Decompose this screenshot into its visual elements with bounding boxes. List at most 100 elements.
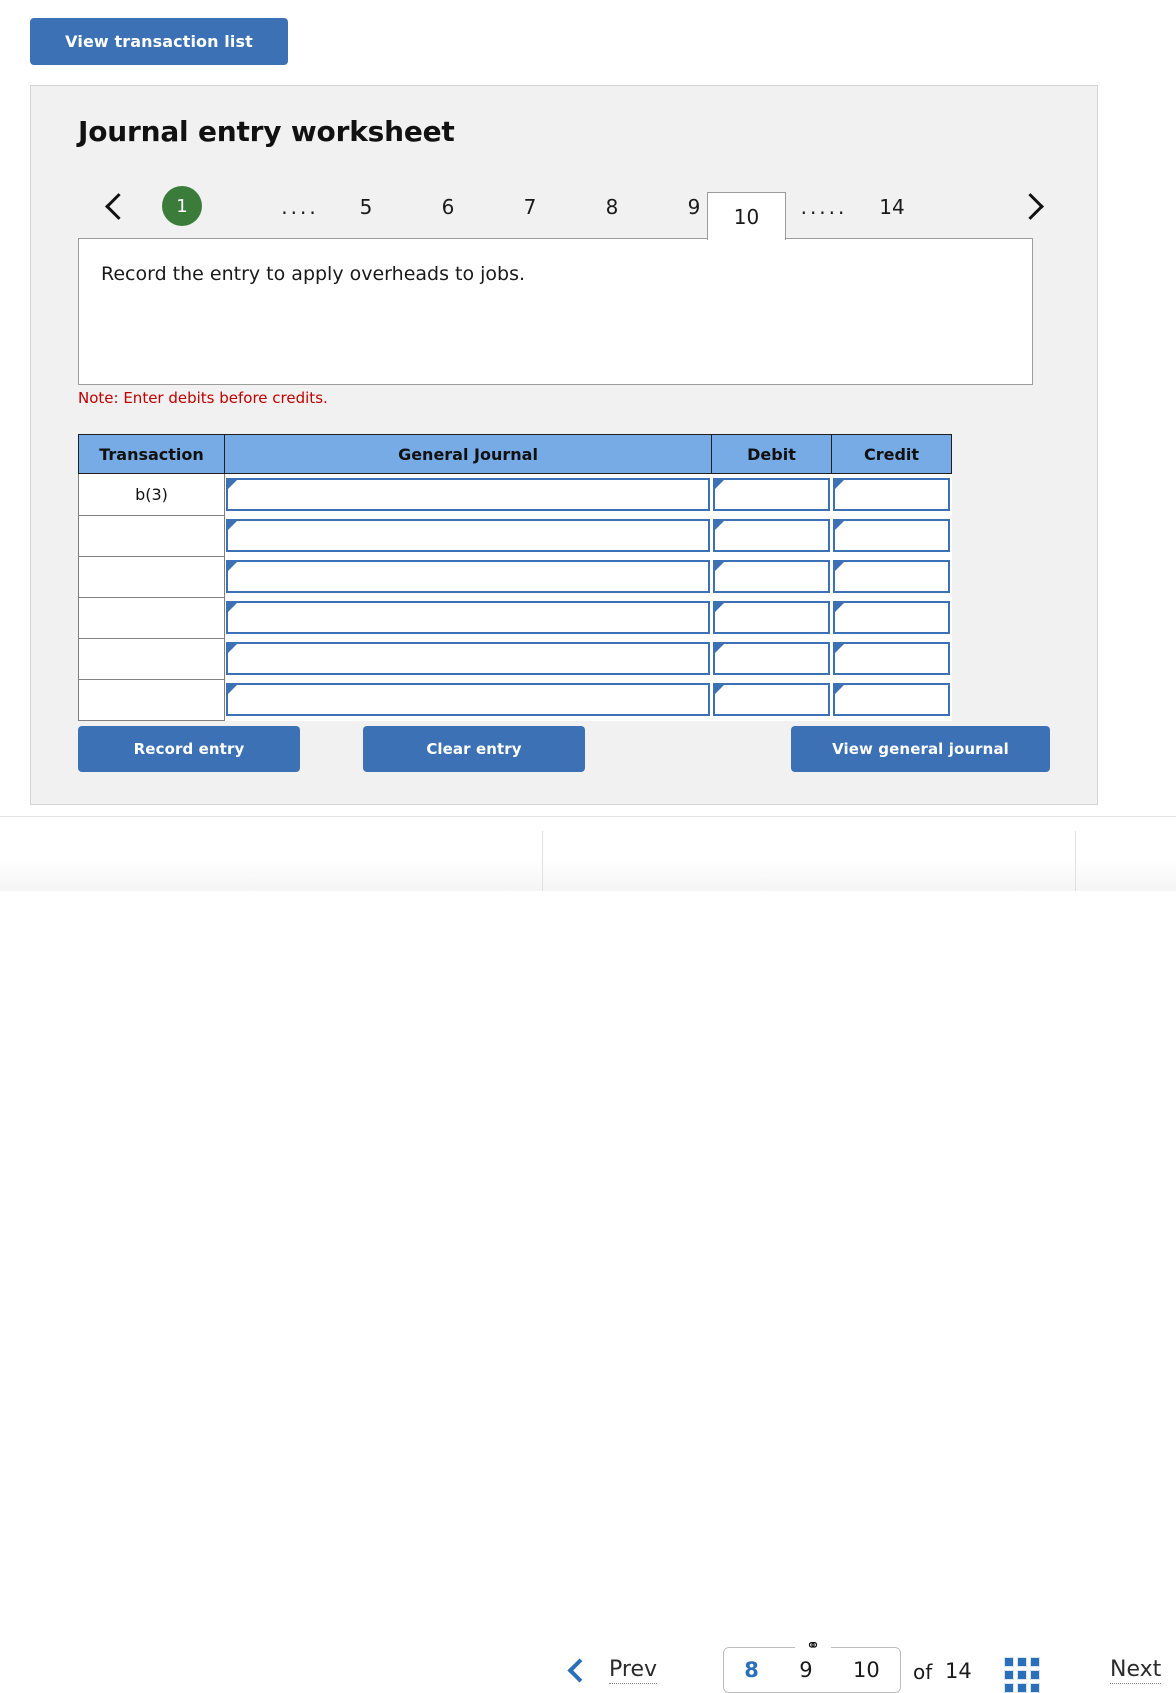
- worksheet-tab-1[interactable]: 1: [162, 186, 202, 226]
- page-title: Journal entry worksheet: [78, 115, 455, 148]
- grid-cell: [1017, 1657, 1027, 1667]
- worksheet-tabs-ellipsis-right: .....: [788, 173, 860, 240]
- credit-cell[interactable]: [831, 556, 952, 597]
- page-number-8[interactable]: 8: [744, 1658, 759, 1682]
- general-journal-cell[interactable]: [224, 597, 712, 638]
- worksheet-tab-6[interactable]: 6: [422, 173, 474, 240]
- worksheet-tab-14[interactable]: 14: [866, 173, 918, 240]
- credit-input[interactable]: [832, 642, 950, 675]
- debit-cell[interactable]: [711, 515, 832, 556]
- prev-button[interactable]: Prev: [609, 1659, 657, 1684]
- general-journal-cell[interactable]: [224, 515, 712, 556]
- debit-input[interactable]: [712, 601, 830, 634]
- debit-input[interactable]: [712, 560, 830, 593]
- chevron-left-icon: [104, 193, 132, 220]
- transaction-cell: [78, 678, 225, 721]
- debit-input[interactable]: [712, 642, 830, 675]
- worksheet-tab-label: 10: [733, 204, 760, 229]
- page-number-10[interactable]: 10: [853, 1658, 880, 1682]
- debit-cell[interactable]: [711, 597, 832, 638]
- credit-input[interactable]: [832, 683, 950, 716]
- journal-entry-table: Transaction General Journal Debit Credit…: [78, 434, 952, 721]
- debit-input[interactable]: [712, 519, 830, 552]
- table-header-row: Transaction General Journal Debit Credit: [78, 434, 952, 474]
- credit-cell[interactable]: [831, 638, 952, 679]
- transaction-cell: [78, 555, 225, 598]
- chevron-left-icon[interactable]: [567, 1658, 592, 1683]
- worksheet-tab-5[interactable]: 5: [340, 173, 392, 240]
- nav-divider-right: [1075, 831, 1076, 891]
- debit-cell[interactable]: [711, 679, 832, 720]
- journal-entry-panel: Journal entry worksheet 1 .... 5 6 7 8 9…: [30, 85, 1098, 805]
- transaction-cell: b(3): [78, 473, 225, 516]
- general-journal-input[interactable]: [226, 560, 710, 593]
- view-transaction-list-button[interactable]: View transaction list: [30, 18, 288, 65]
- general-journal-cell[interactable]: [224, 638, 712, 679]
- ellipsis-label: .....: [800, 194, 848, 219]
- table-row: [78, 596, 952, 639]
- worksheet-tab-label: 5: [359, 194, 373, 219]
- general-journal-input[interactable]: [226, 683, 710, 716]
- table-row: [78, 555, 952, 598]
- chevron-right-icon: [1016, 193, 1044, 220]
- entry-description-box: Record the entry to apply overheads to j…: [78, 238, 1033, 385]
- column-header-transaction: Transaction: [78, 434, 225, 474]
- grid-cell: [1030, 1657, 1040, 1667]
- bottom-navigation-bar: Prev ⚭ 8 9 10 of 14 Next: [0, 816, 1176, 1693]
- worksheet-tab-label: 9: [687, 194, 701, 219]
- general-journal-input[interactable]: [226, 519, 710, 552]
- general-journal-input[interactable]: [226, 601, 710, 634]
- worksheet-tab-8[interactable]: 8: [586, 173, 638, 240]
- table-row: [78, 514, 952, 557]
- debit-cell[interactable]: [711, 638, 832, 679]
- worksheet-tabs-ellipsis-left: ....: [271, 173, 329, 240]
- column-header-credit: Credit: [831, 434, 952, 474]
- credit-cell[interactable]: [831, 473, 952, 515]
- credit-cell[interactable]: [831, 597, 952, 638]
- worksheet-tab-label: 14: [879, 194, 905, 219]
- grid-cell: [1030, 1683, 1040, 1693]
- worksheet-tab-label: 7: [523, 194, 537, 219]
- worksheet-tab-10[interactable]: 10: [707, 192, 786, 240]
- worksheet-tab-label: 1: [176, 195, 188, 217]
- grid-cell: [1004, 1657, 1014, 1667]
- credit-input[interactable]: [832, 560, 950, 593]
- link-icon: ⚭: [795, 1635, 831, 1657]
- record-entry-button[interactable]: Record entry: [78, 726, 300, 772]
- credit-input[interactable]: [832, 519, 950, 552]
- view-general-journal-button[interactable]: View general journal: [791, 726, 1050, 772]
- debit-input[interactable]: [712, 683, 830, 716]
- tabs-prev-button[interactable]: [98, 173, 138, 240]
- grid-view-icon[interactable]: [1004, 1657, 1040, 1693]
- worksheet-tab-label: 8: [605, 194, 619, 219]
- credit-cell[interactable]: [831, 679, 952, 720]
- grid-cell: [1017, 1670, 1027, 1680]
- general-journal-cell[interactable]: [224, 679, 712, 720]
- tabs-next-button[interactable]: [1010, 173, 1050, 240]
- debit-input[interactable]: [712, 478, 830, 511]
- credit-input[interactable]: [832, 478, 950, 511]
- general-journal-cell[interactable]: [224, 473, 712, 515]
- clear-entry-button[interactable]: Clear entry: [363, 726, 585, 772]
- next-button[interactable]: Next: [1110, 1659, 1162, 1684]
- worksheet-tab-7[interactable]: 7: [504, 173, 556, 240]
- entry-description-text: Record the entry to apply overheads to j…: [101, 263, 526, 285]
- table-row: b(3): [78, 473, 952, 516]
- transaction-cell: [78, 514, 225, 557]
- total-pages-label: 14: [945, 1659, 972, 1683]
- worksheet-tab-label: 6: [441, 194, 455, 219]
- grid-cell: [1017, 1683, 1027, 1693]
- debit-cell[interactable]: [711, 556, 832, 597]
- transaction-cell: [78, 596, 225, 639]
- page-number-9[interactable]: 9: [799, 1658, 812, 1682]
- general-journal-cell[interactable]: [224, 556, 712, 597]
- of-label: of: [913, 1660, 933, 1684]
- nav-divider-left: [542, 831, 543, 891]
- entry-action-buttons: Record entry Clear entry View general jo…: [78, 726, 1050, 774]
- general-journal-input[interactable]: [226, 642, 710, 675]
- general-journal-input[interactable]: [226, 478, 710, 511]
- credit-cell[interactable]: [831, 515, 952, 556]
- column-header-general-journal: General Journal: [224, 434, 712, 474]
- debit-cell[interactable]: [711, 473, 832, 515]
- credit-input[interactable]: [832, 601, 950, 634]
